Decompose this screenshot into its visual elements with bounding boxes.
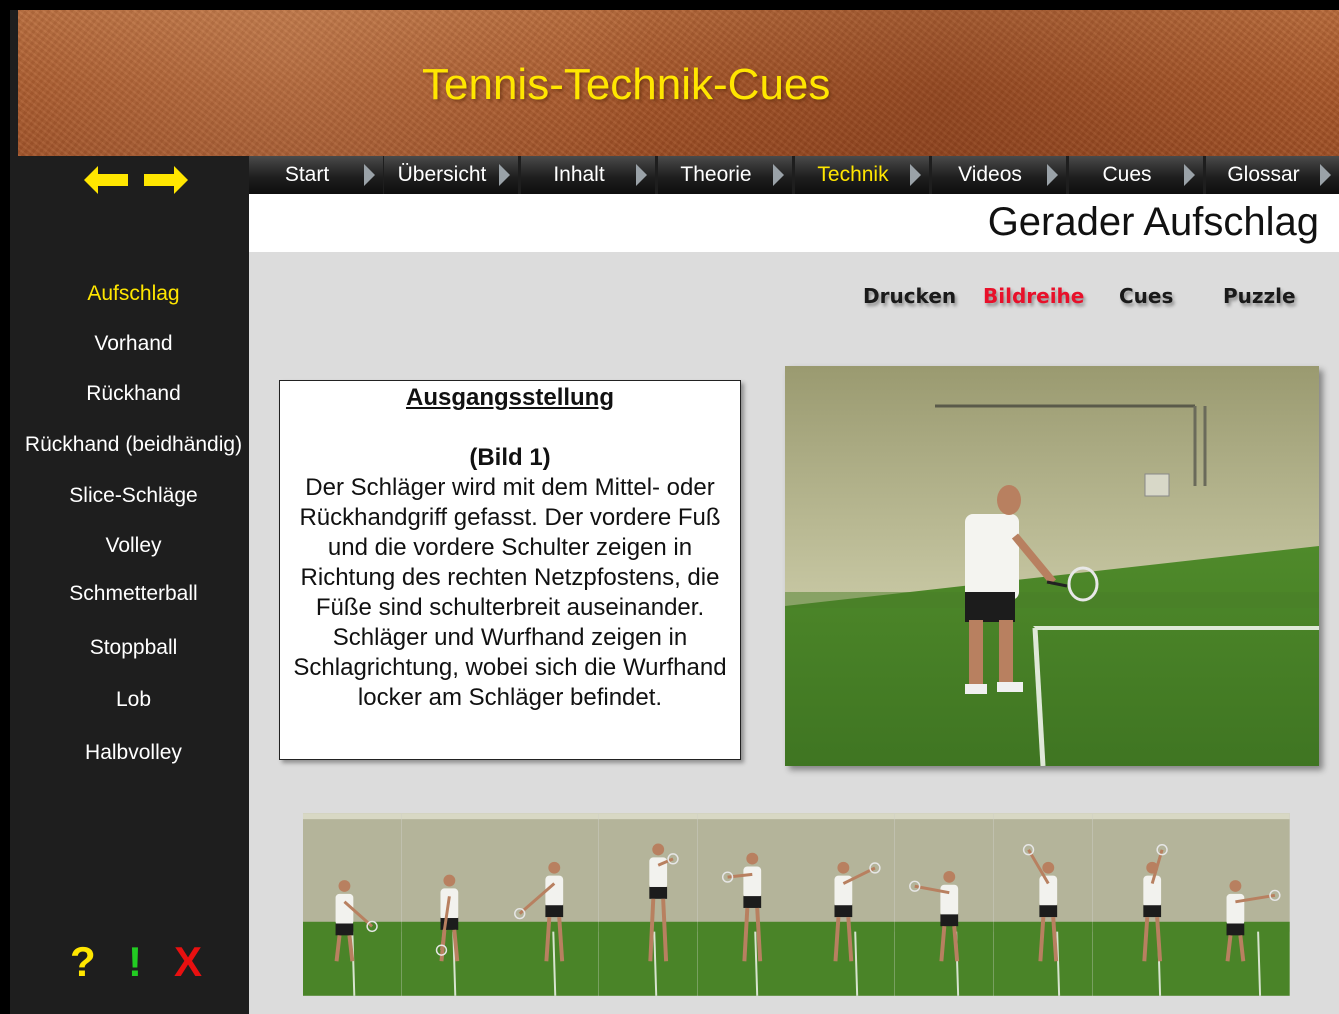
app-title: Tennis-Technik-Cues — [422, 60, 831, 109]
main-content: Drucken Bildreihe Cues Puzzle Ausgangsst… — [249, 252, 1339, 1014]
tab-cues[interactable]: Cues — [1069, 156, 1203, 194]
tab-arrow-icon — [1047, 164, 1058, 186]
description-heading: Ausgangsstellung — [405, 384, 615, 411]
tab-arrow-icon — [910, 164, 921, 186]
sidebar-item-lob[interactable]: Lob — [18, 688, 249, 712]
tab-arrow-icon — [1320, 164, 1331, 186]
tab-technik[interactable]: Technik — [795, 156, 929, 194]
puzzle-link[interactable]: Puzzle — [1223, 284, 1296, 308]
print-link[interactable]: Drucken — [863, 284, 956, 308]
forward-arrow-icon[interactable] — [144, 166, 188, 194]
top-nav: Start Übersicht Inhalt Theorie Technik V… — [249, 156, 1339, 194]
strip-frame[interactable] — [895, 812, 994, 997]
strip-frame[interactable] — [1092, 812, 1192, 997]
close-x-icon[interactable]: X — [174, 938, 202, 986]
sidebar-item-rueckhand-beidhaendig[interactable]: Rückhand (beidhändig) — [18, 433, 249, 457]
tab-label: Glossar — [1227, 163, 1300, 186]
tab-uebersicht[interactable]: Übersicht — [384, 156, 518, 194]
history-arrows — [84, 158, 194, 202]
sidebar-item-slice-schlaege[interactable]: Slice-Schläge — [18, 484, 249, 508]
tab-label: Cues — [1102, 163, 1152, 186]
tab-label: Videos — [958, 163, 1022, 186]
tab-label: Theorie — [680, 163, 752, 186]
strip-frame[interactable] — [697, 812, 797, 997]
description-body: Der Schläger wird mit dem Mittel- oder R… — [293, 474, 727, 711]
sidebar-item-stoppball[interactable]: Stoppball — [18, 636, 249, 660]
tab-theorie[interactable]: Theorie — [658, 156, 792, 194]
page-title: Gerader Aufschlag — [987, 200, 1319, 244]
tab-label: Übersicht — [397, 163, 487, 186]
sidebar-item-schmetterball[interactable]: Schmetterball — [18, 582, 249, 606]
sidebar: Aufschlag Vorhand Rückhand Rückhand (bei… — [18, 156, 249, 1014]
title-band: Gerader Aufschlag — [249, 194, 1339, 252]
tab-label: Technik — [817, 163, 889, 186]
strip-frame[interactable] — [993, 812, 1093, 997]
description-subheading: (Bild 1) — [469, 444, 551, 471]
tab-arrow-icon — [1184, 164, 1195, 186]
strip-frame[interactable] — [401, 812, 501, 997]
tab-videos[interactable]: Videos — [932, 156, 1066, 194]
tab-label: Start — [284, 163, 330, 186]
tab-start[interactable]: Start — [249, 156, 383, 194]
tab-arrow-icon — [773, 164, 784, 186]
tab-label: Inhalt — [553, 163, 605, 186]
description-box: Ausgangsstellung (Bild 1) Der Schläger w… — [279, 380, 741, 760]
tab-arrow-icon — [636, 164, 647, 186]
image-series-link[interactable]: Bildreihe — [983, 284, 1084, 308]
info-exclaim-icon[interactable]: ! — [128, 938, 142, 986]
tab-glossar[interactable]: Glossar — [1206, 156, 1339, 194]
strip-frame[interactable] — [500, 812, 600, 997]
header-banner: Tennis-Technik-Cues — [18, 10, 1339, 156]
sidebar-item-aufschlag[interactable]: Aufschlag — [18, 282, 249, 306]
help-icons: ? ! X — [58, 938, 218, 988]
tennis-player-photo — [785, 366, 1319, 766]
sidebar-item-rueckhand[interactable]: Rückhand — [18, 382, 249, 406]
serve-photo[interactable] — [785, 366, 1319, 766]
tab-arrow-icon — [499, 164, 510, 186]
sidebar-item-vorhand[interactable]: Vorhand — [18, 332, 249, 356]
help-question-icon[interactable]: ? — [70, 938, 96, 986]
app-frame: Tennis-Technik-Cues Aufschlag Vorhand Rü… — [10, 10, 1339, 1014]
strip-frame[interactable] — [599, 812, 698, 997]
back-arrow-icon[interactable] — [84, 166, 128, 194]
sidebar-item-volley[interactable]: Volley — [18, 534, 249, 558]
cues-link[interactable]: Cues — [1119, 284, 1173, 308]
tab-arrow-icon — [364, 164, 375, 186]
strip-frame[interactable] — [1191, 812, 1290, 997]
image-strip[interactable] — [303, 812, 1290, 997]
sidebar-item-halbvolley[interactable]: Halbvolley — [18, 741, 249, 765]
tab-inhalt[interactable]: Inhalt — [521, 156, 655, 194]
strip-frame[interactable] — [796, 812, 896, 997]
strip-frame[interactable] — [303, 812, 402, 997]
